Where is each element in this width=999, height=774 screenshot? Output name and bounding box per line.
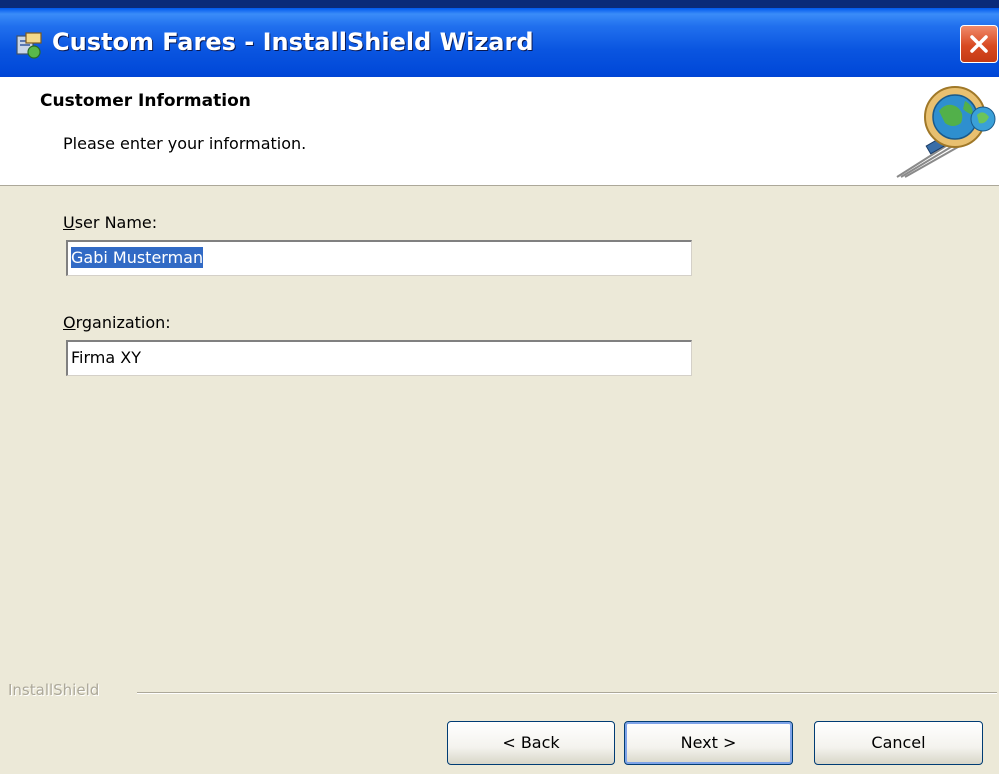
cancel-button[interactable]: Cancel	[814, 721, 983, 765]
page-subtitle: Please enter your information.	[63, 134, 307, 153]
header-panel: Customer Information Please enter your i…	[0, 77, 999, 186]
close-icon	[970, 35, 988, 53]
title-bar-top-edge	[0, 0, 999, 8]
window-title: Custom Fares - InstallShield Wizard	[52, 28, 534, 56]
installshield-brand: InstallShield	[8, 681, 100, 699]
globe-computer-graphic	[896, 86, 996, 178]
user-name-field[interactable]: Gabi Musterman	[66, 240, 692, 276]
title-bar[interactable]: Custom Fares - InstallShield Wizard	[0, 0, 999, 86]
installer-icon	[16, 32, 42, 59]
organization-label: Organization:	[63, 313, 171, 332]
organization-field[interactable]: Firma XY	[66, 340, 692, 376]
next-button[interactable]: Next >	[624, 721, 793, 765]
user-name-value: Gabi Musterman	[71, 247, 204, 268]
installshield-wizard-window: Custom Fares - InstallShield Wizard Cust…	[0, 0, 999, 774]
organization-accelerator: O	[63, 313, 76, 332]
user-name-label-text: ser Name:	[74, 213, 158, 232]
back-button[interactable]: < Back	[447, 721, 615, 765]
user-name-accelerator: U	[63, 213, 75, 232]
close-button[interactable]	[960, 25, 998, 63]
user-name-label: User Name:	[63, 213, 157, 232]
organization-value: Firma XY	[71, 348, 141, 367]
footer-divider	[137, 692, 997, 694]
organization-label-text: rganization:	[75, 313, 171, 332]
page-title: Customer Information	[40, 91, 251, 111]
